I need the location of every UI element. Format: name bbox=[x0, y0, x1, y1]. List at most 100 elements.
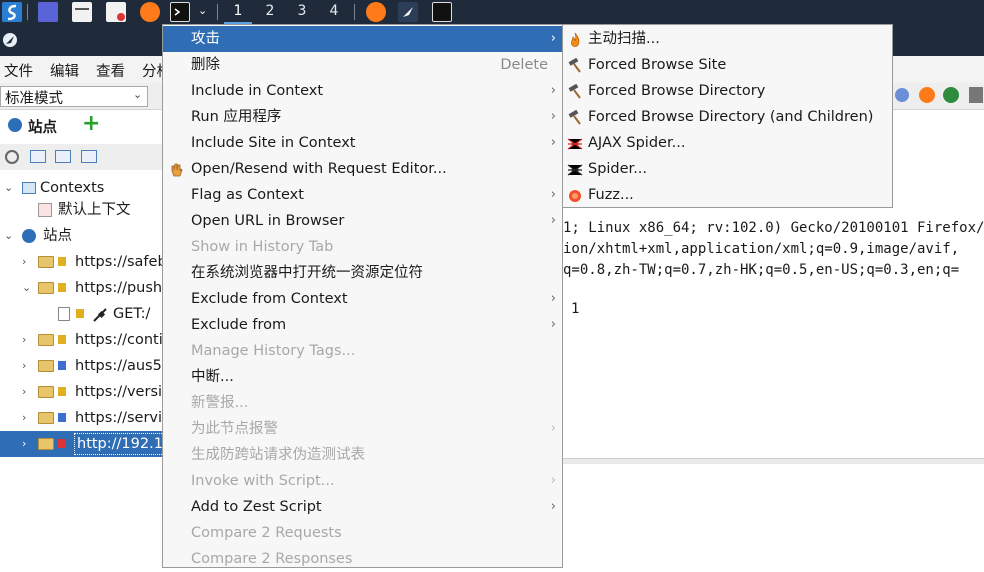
editor-icon[interactable] bbox=[106, 2, 126, 22]
submenu-item-forced-browse-directory[interactable]: Forced Browse Directory bbox=[563, 78, 892, 104]
workspace-3[interactable]: 3 bbox=[288, 0, 316, 24]
hammer-icon bbox=[567, 83, 583, 99]
menu-file[interactable]: 文件 bbox=[4, 60, 33, 81]
hand-icon bbox=[169, 161, 183, 177]
workspace-4[interactable]: 4 bbox=[320, 0, 348, 24]
chevron-down-icon[interactable]: ⌄ bbox=[22, 275, 31, 301]
plug-icon bbox=[92, 306, 110, 322]
folder-icon bbox=[38, 438, 54, 450]
menu-edit[interactable]: 编辑 bbox=[50, 60, 79, 81]
submenu-item-forced-browse-site[interactable]: Forced Browse Site bbox=[563, 52, 892, 78]
menu-item-include-site-in-context[interactable]: Include Site in Context › bbox=[163, 130, 562, 156]
request-line: 1 bbox=[571, 301, 580, 317]
tree-node-site[interactable]: ⌄ https://push bbox=[0, 275, 163, 301]
submenu-item-ajax-spider[interactable]: AJAX Spider... bbox=[563, 130, 892, 156]
menu-item-run-application[interactable]: Run 应用程序 › bbox=[163, 104, 562, 130]
menu-item-label: Exclude from Context bbox=[191, 291, 348, 307]
help-icon[interactable] bbox=[895, 88, 909, 102]
request-panel: 1; Linux x86_64; rv:102.0) Gecko/2010010… bbox=[563, 220, 984, 330]
submenu-item-fuzz[interactable]: Fuzz... bbox=[563, 182, 892, 208]
spider-icon bbox=[567, 161, 583, 177]
tree-node-site-selected[interactable]: › http://192.1 bbox=[0, 431, 163, 457]
chevron-right-icon[interactable]: › bbox=[22, 249, 26, 275]
shortcut-label: Delete bbox=[500, 57, 548, 73]
menu-item-break[interactable]: 中断... bbox=[163, 364, 562, 390]
terminal-window-icon[interactable] bbox=[432, 2, 452, 22]
workspace-1[interactable]: 1 bbox=[224, 0, 252, 24]
menu-item-label: Show in History Tab bbox=[191, 239, 334, 255]
submenu-item-forced-browse-directory-children[interactable]: Forced Browse Directory (and Children) bbox=[563, 104, 892, 130]
tree-node-request[interactable]: GET:/ bbox=[0, 301, 163, 327]
right-toolbar bbox=[893, 83, 984, 110]
submenu-item-label: Fuzz... bbox=[588, 187, 634, 203]
menu-item-add-to-zest-script[interactable]: Add to Zest Script › bbox=[163, 494, 562, 520]
new-context-icon[interactable] bbox=[30, 150, 46, 163]
chevron-right-icon: › bbox=[550, 109, 556, 124]
menu-item-label: 在系统浏览器中打开统一资源定位符 bbox=[191, 265, 423, 281]
flag-icon bbox=[76, 309, 84, 318]
chevron-right-icon[interactable]: › bbox=[22, 379, 26, 405]
folder-icon bbox=[38, 334, 54, 346]
folder-icon bbox=[38, 360, 54, 372]
target-icon[interactable] bbox=[5, 150, 19, 164]
menu-item-label: Compare 2 Requests bbox=[191, 525, 342, 541]
panel-splitter[interactable] bbox=[563, 458, 984, 464]
tree-node-site[interactable]: › https://safeb bbox=[0, 249, 163, 275]
submenu-item-active-scan[interactable]: 主动扫描... bbox=[563, 26, 892, 52]
firefox-launch-icon[interactable] bbox=[919, 87, 935, 103]
tree-node-site[interactable]: › https://versi bbox=[0, 379, 163, 405]
tree-node-site[interactable]: › https://servi bbox=[0, 405, 163, 431]
files-icon[interactable] bbox=[72, 2, 92, 22]
tree-node-default-context[interactable]: 默认上下文 bbox=[0, 197, 163, 223]
desktop-icon[interactable] bbox=[38, 2, 58, 22]
options-icon[interactable] bbox=[969, 87, 983, 103]
menu-view[interactable]: 查看 bbox=[96, 60, 125, 81]
import-context-icon[interactable] bbox=[55, 150, 71, 163]
hud-icon[interactable] bbox=[943, 87, 959, 103]
menu-item-open-in-system-browser[interactable]: 在系统浏览器中打开统一资源定位符 bbox=[163, 260, 562, 286]
zap-window-icon[interactable] bbox=[398, 2, 418, 22]
menu-item-flag-as-context[interactable]: Flag as Context › bbox=[163, 182, 562, 208]
submenu-item-spider[interactable]: Spider... bbox=[563, 156, 892, 182]
menu-item-include-in-context[interactable]: Include in Context › bbox=[163, 78, 562, 104]
menu-item-delete[interactable]: 删除 Delete bbox=[163, 52, 562, 78]
mode-select-value: 标准模式 bbox=[5, 91, 63, 107]
menu-item-alerts-for-node: 为此节点报警 › bbox=[163, 416, 562, 442]
menu-item-exclude-from-context[interactable]: Exclude from Context › bbox=[163, 286, 562, 312]
start-menu-icon[interactable] bbox=[2, 2, 22, 22]
chevron-right-icon[interactable]: › bbox=[22, 353, 26, 379]
page-icon bbox=[58, 307, 70, 321]
tab-sites-label: 站点 bbox=[28, 120, 57, 136]
flag-icon bbox=[58, 283, 66, 292]
add-tab-icon[interactable]: + bbox=[82, 111, 100, 136]
tree-node-site[interactable]: › https://aus5 bbox=[0, 353, 163, 379]
mode-select[interactable]: 标准模式 ⌄ bbox=[0, 86, 148, 107]
menu-item-label: Invoke with Script... bbox=[191, 473, 335, 489]
export-context-icon[interactable] bbox=[81, 150, 97, 163]
chevron-right-icon[interactable]: › bbox=[22, 405, 26, 431]
menu-item-compare-requests: Compare 2 Requests bbox=[163, 520, 562, 546]
chevron-down-icon[interactable]: ⌄ bbox=[4, 223, 13, 249]
chevron-down-icon: ⌄ bbox=[133, 88, 143, 101]
chevron-right-icon[interactable]: › bbox=[22, 327, 26, 353]
firefox-icon[interactable] bbox=[140, 2, 160, 22]
tree-node-sites[interactable]: ⌄ 站点 bbox=[0, 223, 163, 249]
menu-item-show-in-history-tab: Show in History Tab bbox=[163, 234, 562, 260]
menu-item-open-url-in-browser[interactable]: Open URL in Browser › bbox=[163, 208, 562, 234]
chevron-right-icon[interactable]: › bbox=[22, 431, 26, 457]
chevron-right-icon: › bbox=[550, 135, 556, 150]
zap-logo-icon bbox=[2, 32, 18, 48]
chevron-down-icon[interactable]: ⌄ bbox=[198, 4, 207, 17]
workspace-2[interactable]: 2 bbox=[256, 0, 284, 24]
tab-sites[interactable]: 站点 + bbox=[0, 111, 112, 138]
menu-item-attack[interactable]: 攻击 › bbox=[163, 26, 562, 52]
terminal-icon[interactable] bbox=[170, 2, 190, 22]
menu-item-exclude-from[interactable]: Exclude from › bbox=[163, 312, 562, 338]
chevron-right-icon: › bbox=[550, 421, 556, 436]
chevron-right-icon: › bbox=[550, 291, 556, 306]
tree-node-site[interactable]: › https://conti bbox=[0, 327, 163, 353]
globe-icon bbox=[8, 118, 22, 132]
menu-item-open-resend[interactable]: Open/Resend with Request Editor... bbox=[163, 156, 562, 182]
firefox-window-icon[interactable] bbox=[366, 2, 386, 22]
hammer-icon bbox=[567, 109, 583, 125]
